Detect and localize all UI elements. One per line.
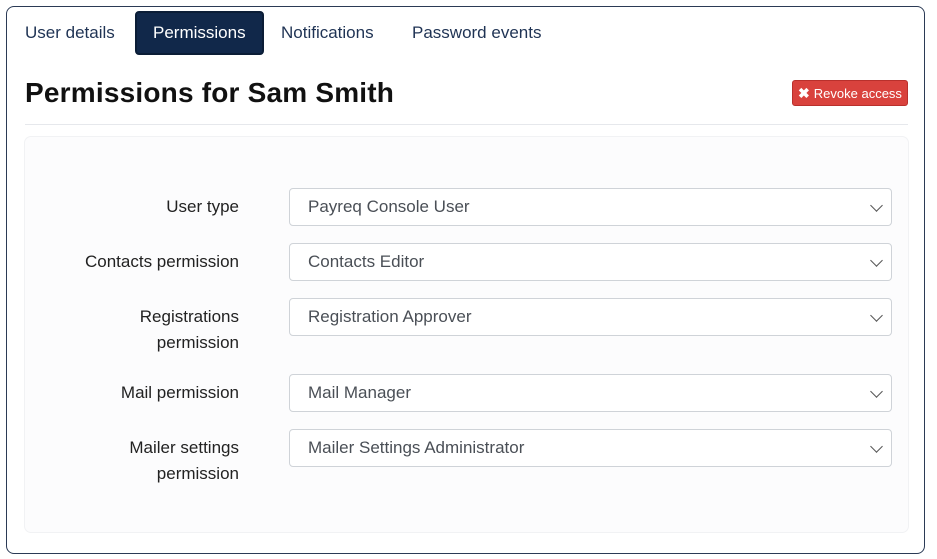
mail-permission-value: Mail Manager (308, 383, 411, 402)
page-title: Permissions for Sam Smith (25, 77, 395, 108)
revoke-access-button[interactable]: ✖ Revoke access (792, 80, 908, 106)
chevron-down-icon (870, 254, 883, 267)
contacts-permission-value: Contacts Editor (308, 252, 425, 271)
registrations-permission-select[interactable]: Registration Approver (289, 298, 892, 336)
registrations-permission-value: Registration Approver (308, 307, 472, 326)
chevron-down-icon (870, 309, 883, 322)
revoke-access-label: Revoke access (813, 85, 902, 101)
chevron-down-icon (870, 199, 883, 212)
user-type-label: User type (166, 197, 239, 216)
registrations-permission-label-line2: permission (156, 333, 239, 352)
permissions-form: User type Payreq Console User Contacts p… (25, 137, 908, 532)
mailer-settings-permission-select[interactable]: Mailer Settings Administrator (289, 429, 892, 467)
divider (25, 124, 908, 125)
registrations-permission-label: Registrations permission (25, 304, 239, 356)
mail-permission-label: Mail permission (120, 383, 239, 402)
chevron-down-icon (870, 385, 883, 398)
mailer-settings-permission-label-line1: Mailer settings (129, 438, 239, 457)
tab-permissions[interactable]: Permissions (135, 11, 264, 55)
permissions-card: User details Permissions Notifications P… (6, 6, 925, 554)
mailer-settings-permission-label: Mailer settings permission (25, 435, 239, 487)
contacts-permission-select[interactable]: Contacts Editor (289, 243, 892, 281)
mailer-settings-permission-value: Mailer Settings Administrator (308, 438, 525, 457)
chevron-down-icon (870, 440, 883, 453)
tab-password-events[interactable]: Password events (396, 11, 557, 55)
tab-notifications[interactable]: Notifications (265, 11, 390, 55)
mailer-settings-permission-label-line2: permission (156, 464, 239, 483)
user-type-select[interactable]: Payreq Console User (289, 188, 892, 226)
tab-user-details[interactable]: User details (9, 11, 131, 55)
mail-permission-select[interactable]: Mail Manager (289, 374, 892, 412)
registrations-permission-label-line1: Registrations (139, 307, 239, 326)
contacts-permission-label: Contacts permission (84, 252, 239, 271)
user-type-value: Payreq Console User (308, 197, 470, 216)
x-icon: ✖ (798, 84, 810, 101)
